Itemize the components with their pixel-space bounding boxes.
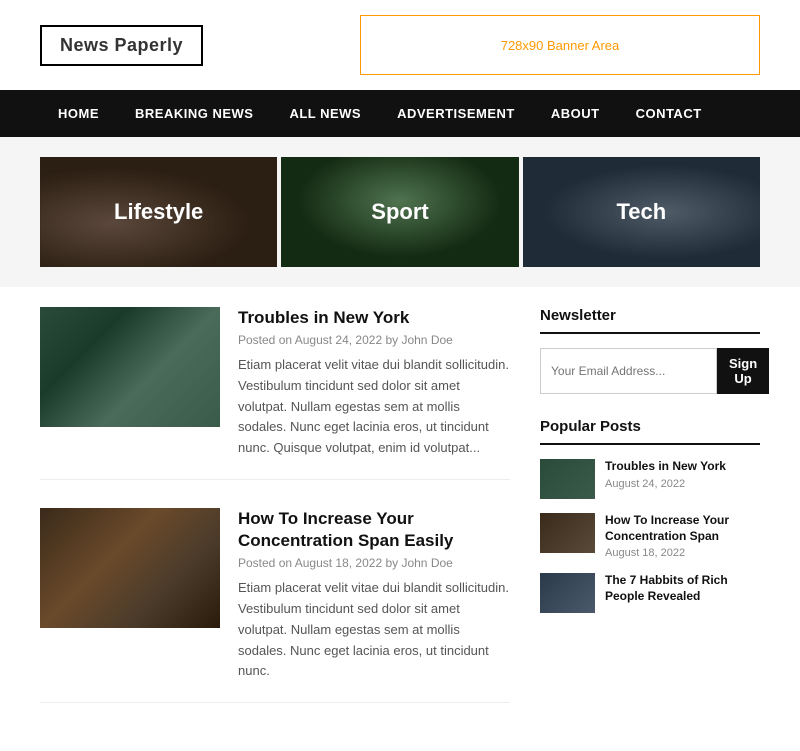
thumbnail-ny [40, 307, 220, 427]
category-sport[interactable]: Sport [281, 157, 518, 267]
nav-home[interactable]: HOME [40, 90, 117, 137]
article-excerpt: Etiam placerat velit vitae dui blandit s… [238, 355, 510, 459]
categories-section: Lifestyle Sport Tech [0, 137, 800, 287]
nav-contact[interactable]: CONTACT [618, 90, 720, 137]
content-area: Troubles in New York Posted on August 24… [0, 287, 800, 751]
article-content: How To Increase Your Concentration Span … [238, 508, 510, 682]
popular-post-date: August 18, 2022 [605, 547, 760, 559]
popular-post-item[interactable]: Troubles in New York August 24, 2022 [540, 459, 760, 499]
article-title[interactable]: How To Increase Your Concentration Span … [238, 508, 510, 552]
popular-post-info: The 7 Habbits of Rich People Revealed [605, 573, 760, 607]
nav-breaking-news[interactable]: BREAKING NEWS [117, 90, 271, 137]
sport-label: Sport [281, 157, 518, 267]
lifestyle-label: Lifestyle [40, 157, 277, 267]
newsletter-section: Newsletter Sign Up [540, 307, 760, 394]
articles-list: Troubles in New York Posted on August 24… [40, 307, 510, 731]
pp-thumb-img-1 [540, 459, 595, 499]
popular-post-title: How To Increase Your Concentration Span [605, 513, 760, 544]
popular-post-thumbnail [540, 513, 595, 553]
popular-post-item[interactable]: The 7 Habbits of Rich People Revealed [540, 573, 760, 613]
article-thumbnail[interactable] [40, 307, 220, 427]
popular-post-title: The 7 Habbits of Rich People Revealed [605, 573, 760, 604]
article-item: How To Increase Your Concentration Span … [40, 508, 510, 703]
article-excerpt: Etiam placerat velit vitae dui blandit s… [238, 578, 510, 682]
popular-post-item[interactable]: How To Increase Your Concentration Span … [540, 513, 760, 559]
pp-thumb-img-3 [540, 573, 595, 613]
logo[interactable]: News Paperly [40, 25, 203, 66]
main-nav: HOME BREAKING NEWS ALL NEWS ADVERTISEMEN… [0, 90, 800, 137]
category-tech[interactable]: Tech [523, 157, 760, 267]
sidebar: Newsletter Sign Up Popular Posts Trouble… [540, 307, 760, 731]
article-title[interactable]: Troubles in New York [238, 307, 510, 329]
popular-posts-title: Popular Posts [540, 418, 760, 445]
article-meta: Posted on August 24, 2022 by John Doe [238, 333, 510, 347]
popular-post-info: Troubles in New York August 24, 2022 [605, 459, 726, 490]
thumbnail-lib [40, 508, 220, 628]
article-thumbnail[interactable] [40, 508, 220, 628]
header: News Paperly 728x90 Banner Area [0, 0, 800, 90]
popular-post-thumbnail [540, 573, 595, 613]
article-content: Troubles in New York Posted on August 24… [238, 307, 510, 459]
popular-posts-section: Popular Posts Troubles in New York Augus… [540, 418, 760, 613]
newsletter-form: Sign Up [540, 348, 760, 394]
category-lifestyle[interactable]: Lifestyle [40, 157, 277, 267]
newsletter-email-input[interactable] [540, 348, 717, 394]
newsletter-title: Newsletter [540, 307, 760, 334]
article-item: Troubles in New York Posted on August 24… [40, 307, 510, 480]
tech-label: Tech [523, 157, 760, 267]
popular-post-title: Troubles in New York [605, 459, 726, 475]
popular-post-thumbnail [540, 459, 595, 499]
banner-area: 728x90 Banner Area [360, 15, 760, 75]
nav-about[interactable]: ABOUT [533, 90, 618, 137]
pp-thumb-img-2 [540, 513, 595, 553]
popular-post-date: August 24, 2022 [605, 478, 726, 490]
article-meta: Posted on August 18, 2022 by John Doe [238, 556, 510, 570]
nav-advertisement[interactable]: ADVERTISEMENT [379, 90, 533, 137]
popular-post-info: How To Increase Your Concentration Span … [605, 513, 760, 559]
signup-button[interactable]: Sign Up [717, 348, 769, 394]
nav-all-news[interactable]: ALL NEWS [271, 90, 379, 137]
